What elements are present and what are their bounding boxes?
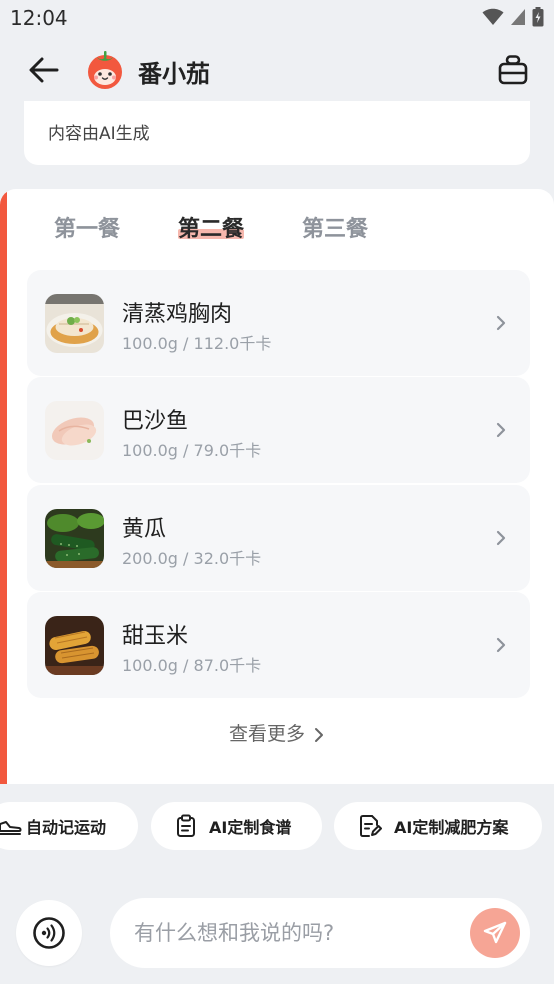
chip-ai-recipe-label: AI定制食谱 [209,818,292,837]
food-detail: 200.0g / 32.0千卡 [122,549,262,568]
basket-button[interactable] [496,52,530,88]
food-item-basa-fish[interactable]: 巴沙鱼 100.0g / 79.0千卡 [27,377,530,483]
food-item-sweet-corn[interactable]: 甜玉米 100.0g / 87.0千卡 [27,592,530,698]
food-detail: 100.0g / 79.0千卡 [122,441,262,460]
sneaker-icon [0,821,22,835]
meal-tabs: 第一餐 第二餐 第三餐 [0,211,554,251]
send-button[interactable] [470,908,520,958]
food-detail: 100.0g / 87.0千卡 [122,656,262,675]
food-name: 清蒸鸡胸肉 [122,302,233,327]
meal-plan-card: 第一餐 第二餐 第三餐 清蒸鸡胸肉 100.0g / 112.0千卡 巴沙鱼 1… [0,189,554,784]
chevron-right-icon [496,530,506,546]
wifi-icon [482,8,504,25]
accent-bar [0,189,7,784]
back-arrow-icon [29,57,59,83]
tab-meal-2[interactable]: 第二餐 [178,211,245,243]
chat-input-container [110,898,530,968]
back-button[interactable] [26,52,62,88]
view-more-link[interactable]: 查看更多 [0,719,554,746]
clipboard-icon [177,814,195,837]
chip-ai-recipe[interactable]: AI定制食谱 [151,802,322,850]
chat-input[interactable] [134,898,464,968]
shopping-basket-icon [498,55,528,85]
chip-ai-weight-loss-plan[interactable]: AI定制减肥方案 [334,802,542,850]
cucumber-photo [45,509,104,568]
food-name: 黄瓜 [122,517,167,542]
tab-meal-3[interactable]: 第三餐 [302,211,368,243]
app-header: 番小茄 [0,38,554,102]
food-name: 巴沙鱼 [122,409,189,434]
chevron-right-icon [496,315,506,331]
quick-action-chips: 自动记运动 AI定制食谱 AI定制减肥方案 [0,802,554,850]
chevron-right-icon [315,727,323,742]
voice-icon [33,917,65,949]
send-icon [483,921,507,944]
chip-auto-exercise[interactable]: 自动记运动 [0,802,138,850]
food-item-chicken-breast[interactable]: 清蒸鸡胸肉 100.0g / 112.0千卡 [27,270,530,376]
food-detail: 100.0g / 112.0千卡 [122,334,272,353]
tab-meal-1-label: 第一餐 [54,217,121,242]
ai-notice-text: 内容由AI生成 [48,124,150,144]
ai-notice-card: 内容由AI生成 [24,101,530,165]
battery-charging-icon [532,7,544,27]
document-edit-icon [360,815,382,837]
basa-fish-photo [45,401,104,460]
chip-auto-exercise-label: 自动记运动 [26,818,107,837]
food-name: 甜玉米 [122,624,189,649]
status-icons [482,7,544,27]
signal-icon [511,9,525,25]
steamed-chicken-breast-photo [45,294,104,353]
status-bar: 12:04 [0,0,554,38]
chevron-right-icon [496,422,506,438]
tab-meal-3-label: 第三餐 [302,217,369,242]
status-time: 12:04 [10,6,68,30]
tab-meal-1[interactable]: 第一餐 [54,211,120,243]
sweet-corn-photo [45,616,104,675]
tab-meal-2-label: 第二餐 [178,217,245,242]
tomato-mascot-icon [84,48,126,90]
app-title: 番小茄 [138,60,210,88]
voice-button[interactable] [16,900,82,966]
chevron-right-icon [496,637,506,653]
chip-ai-weight-loss-plan-label: AI定制减肥方案 [394,818,509,837]
view-more-label: 查看更多 [228,723,305,745]
food-item-cucumber[interactable]: 黄瓜 200.0g / 32.0千卡 [27,485,530,591]
app-screen: 12:04 番小茄 内容由AI生成 第一餐 第二餐 第三餐 清蒸鸡胸肉 100.… [0,0,554,984]
